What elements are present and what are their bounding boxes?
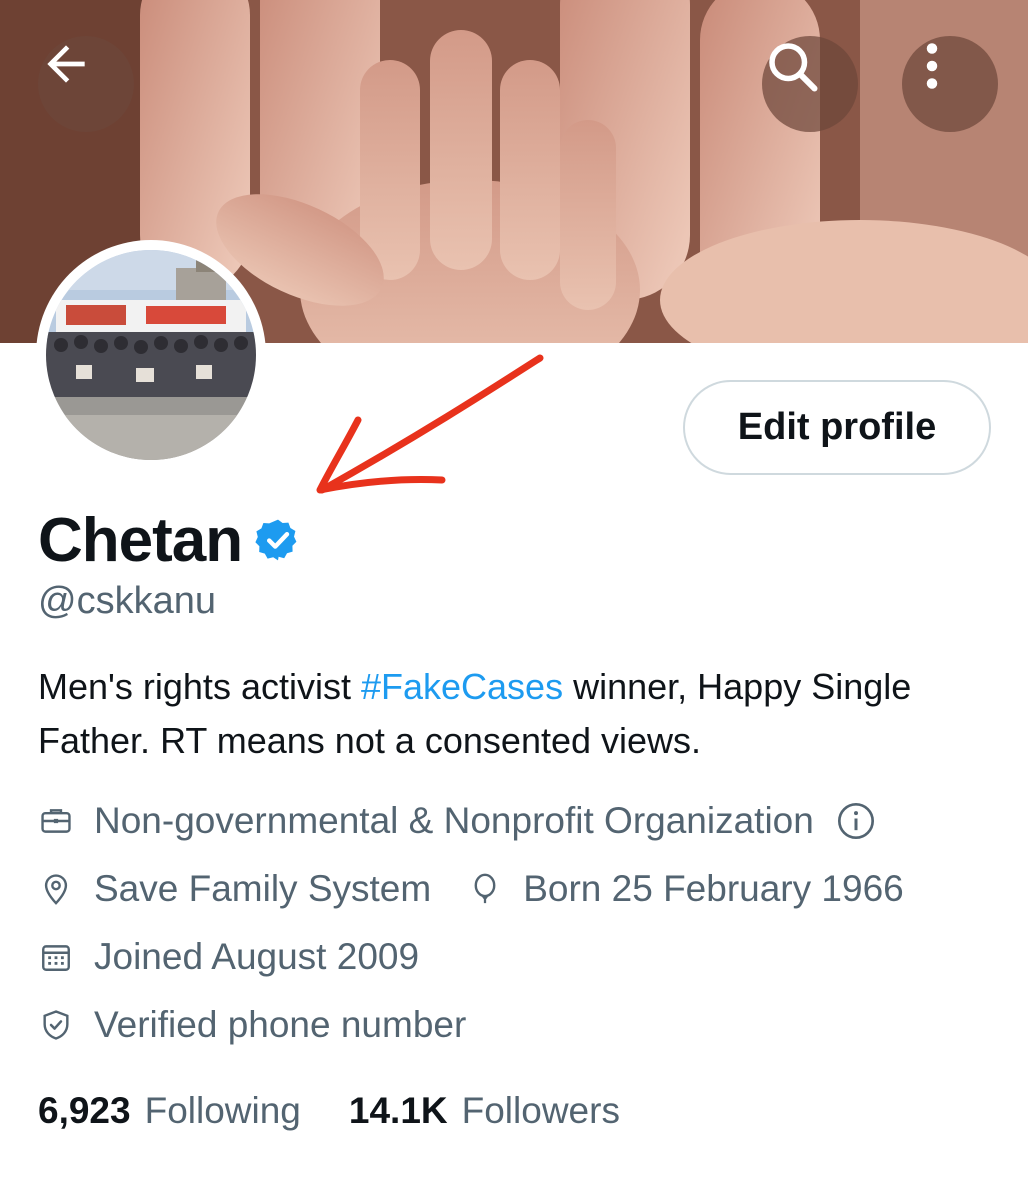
bio-hashtag-link[interactable]: #FakeCases [361, 666, 563, 707]
briefcase-icon [38, 803, 74, 839]
profile-location-birthday-row: Save Family System Born 25 February 1966 [38, 868, 904, 910]
arrow-left-icon [47, 45, 85, 83]
info-icon[interactable] [836, 801, 876, 841]
verified-badge-icon[interactable] [254, 516, 302, 564]
search-button[interactable] [762, 36, 858, 132]
profile-avatar[interactable] [36, 240, 266, 470]
calendar-icon [38, 939, 74, 975]
edit-profile-button[interactable]: Edit profile [683, 380, 991, 475]
profile-category-row: Non-governmental & Nonprofit Organizatio… [38, 800, 876, 842]
profile-name: Chetan [38, 505, 243, 575]
back-button[interactable] [38, 36, 134, 132]
more-options-button[interactable] [902, 36, 998, 132]
shield-check-icon [38, 1007, 74, 1043]
profile-category: Non-governmental & Nonprofit Organizatio… [94, 800, 814, 841]
red-arrow-annotation [316, 354, 544, 494]
profile-verified-phone-row: Verified phone number [38, 1004, 466, 1046]
bio-text-1: Men's rights activist [38, 666, 361, 707]
profile-verified-phone: Verified phone number [94, 1004, 467, 1045]
profile-location: Save Family System [94, 868, 432, 909]
balloon-icon [467, 871, 503, 907]
location-pin-icon [38, 871, 74, 907]
profile-name-row: Chetan [38, 500, 302, 580]
profile-handle: @cskkanu [38, 580, 216, 622]
following-count: 6,923 [38, 1090, 131, 1131]
followers-label: Followers [461, 1090, 620, 1131]
following-label: Following [144, 1090, 301, 1131]
followers-count: 14.1K [348, 1090, 448, 1131]
more-vertical-icon [926, 43, 938, 89]
profile-bio: Men's rights activist #FakeCases winner,… [38, 660, 998, 768]
profile-stats: 6,923 Following 14.1K Followers [38, 1090, 620, 1132]
profile-joined-row: Joined August 2009 [38, 936, 419, 978]
avatar-photo [46, 250, 256, 460]
followers-link[interactable]: 14.1K Followers [349, 1090, 620, 1132]
following-link[interactable]: 6,923 Following [38, 1090, 301, 1132]
profile-joined: Joined August 2009 [94, 936, 420, 977]
profile-birthday: Born 25 February 1966 [523, 868, 904, 909]
search-icon [769, 43, 818, 92]
